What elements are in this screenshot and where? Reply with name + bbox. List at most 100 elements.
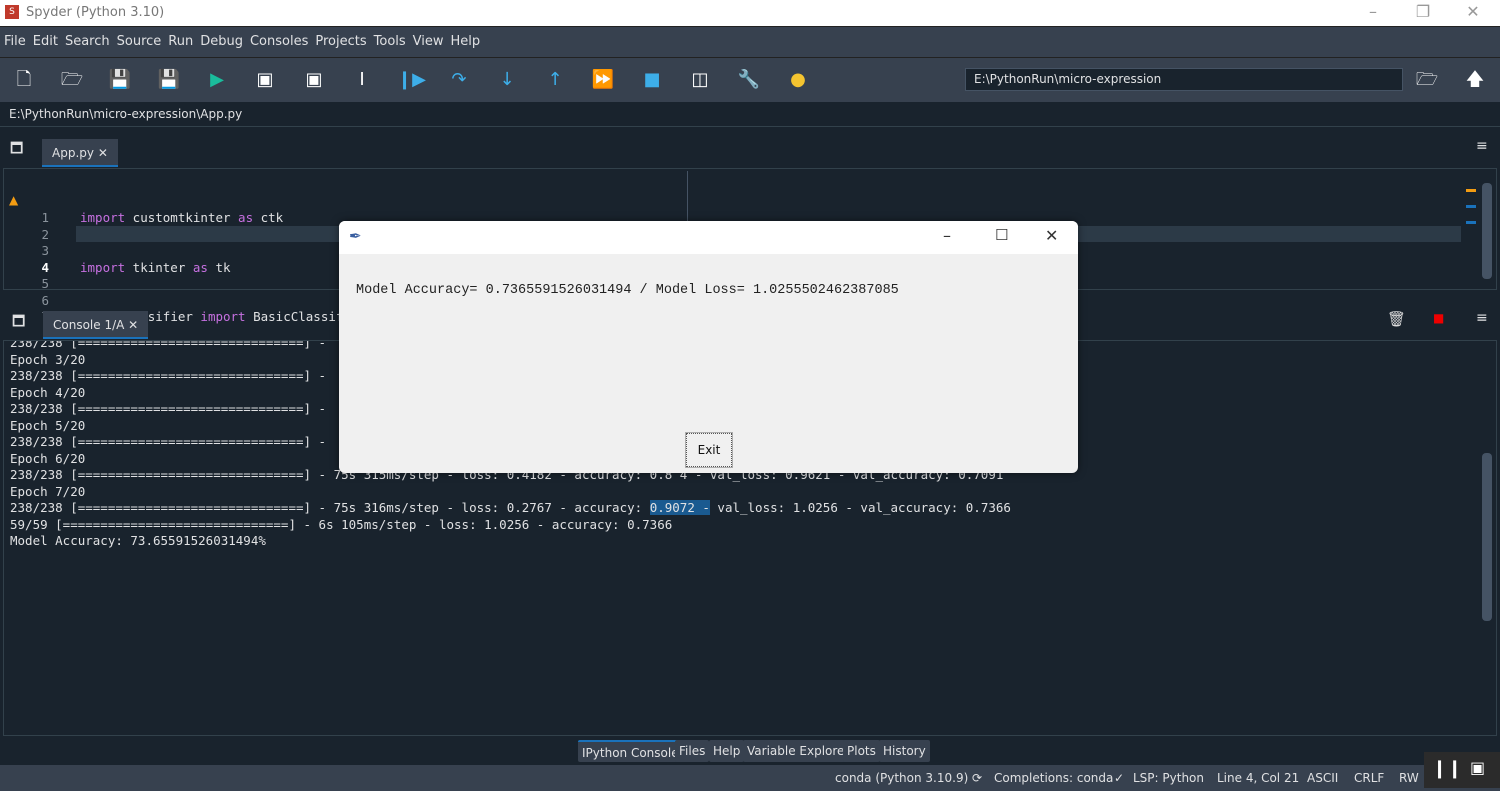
close-icon[interactable]: ✕ [1458,2,1488,21]
line-number: 6 [41,292,49,308]
editor-browse-tabs-icon[interactable]: 🗖 [10,138,23,162]
tab-history[interactable]: History [879,740,930,762]
spyder-logo-icon: S [5,5,19,19]
continue-icon[interactable]: ⏩ [590,68,616,92]
tab-label: App.py [52,146,94,160]
window-titlebar: S Spyder (Python 3.10) – ❐ ✕ [0,0,1500,26]
console-line: 238/238 [==============================]… [10,401,327,416]
editor-scrollbar[interactable] [1482,183,1492,279]
menu-projects[interactable]: Projects [311,27,369,49]
preferences-wrench-icon[interactable]: 🔧 [736,68,762,92]
tab-help[interactable]: Help [709,740,745,762]
run-icon[interactable]: ▶ [204,68,230,92]
console-scrollbar[interactable] [1482,453,1492,621]
console-line: Epoch 6/20 [10,451,86,466]
menu-debug[interactable]: Debug [196,27,246,49]
status-cursor-position: Line 4, Col 21 [1217,771,1300,785]
dialog-message: Model Accuracy= 0.7365591526031494 / Mod… [356,283,899,298]
exit-button[interactable]: Exit [685,432,733,468]
line-number: 4 [41,259,49,275]
line-number: 2 [41,226,49,242]
menu-consoles[interactable]: Consoles [246,27,311,49]
tk-feather-icon: ✒ [349,227,362,245]
console-options-menu-icon[interactable]: ≡ [1476,310,1488,326]
save-icon[interactable]: 💾 [107,68,133,92]
console-browse-tabs-icon[interactable]: 🗖 [12,311,25,335]
working-directory-combo[interactable]: E:\PythonRun\micro-expression [965,68,1403,91]
console-line: Model Accuracy: 73.65591526031494% [10,533,266,548]
toolbar: 🗋 🗁 💾 💾 ▶ ▣ ▣ I ❙▶ ↷ ↓ ↑ ⏩ ■ ◫ 🔧 ● E:\Py… [0,58,1500,102]
maximize-pane-icon[interactable]: ◫ [687,68,713,92]
run-selection-icon[interactable]: I [349,68,375,92]
interrupt-kernel-stop-icon[interactable]: ■ [1433,311,1444,325]
occurrence-marker [1466,205,1476,208]
line-number: 1 [41,210,49,225]
stop-icon[interactable]: ■ [639,68,665,92]
restore-icon[interactable]: ❐ [1408,2,1438,21]
console-line: 238/238 [==============================]… [10,500,1011,515]
tab-close-icon[interactable]: ✕ [98,146,108,160]
pause-icon[interactable]: ❙❙ [1432,758,1462,779]
menu-run[interactable]: Run [164,27,196,49]
presenter-icon[interactable]: ▣ [1470,758,1485,777]
step-into-icon[interactable]: ↓ [494,68,520,92]
menu-tools[interactable]: Tools [370,27,409,49]
tab-files[interactable]: Files [675,740,710,762]
completions-icon: ⟳ [972,771,983,785]
status-encoding: ASCII [1307,771,1339,785]
occurrence-marker [1466,221,1476,224]
console-line: 238/238 [==============================]… [10,340,327,350]
line-number: 5 [41,276,49,291]
status-bar: conda (Python 3.10.9) ⟳ Completions: con… [0,765,1500,791]
dialog-minimize-icon[interactable]: – [943,226,951,245]
status-permissions: RW [1399,771,1419,785]
step-over-icon[interactable]: ↷ [446,68,472,92]
menu-search[interactable]: Search [61,27,113,49]
menu-source[interactable]: Source [113,27,165,49]
status-env: conda (Python 3.10.9) [835,771,969,785]
status-completions: Completions: conda [994,771,1114,785]
overlay-controls: ❙❙ ▣ [1424,752,1500,788]
console-line: Epoch 3/20 [10,352,86,367]
editor-options-menu-icon[interactable]: ≡ [1476,138,1488,154]
menu-bar: File Edit Search Source Run Debug Consoles Proj… [0,26,1500,58]
clear-console-trash-icon[interactable]: 🗑 [1387,310,1406,328]
browse-folder-icon[interactable]: 🗁 [1414,68,1440,92]
console-line: Epoch 5/20 [10,418,86,433]
selected-text: 0.9072 - [649,500,710,515]
tab-ipython-console[interactable]: IPython Console [578,740,683,762]
dialog-maximize-icon[interactable]: ☐ [995,226,1008,244]
tab-close-icon[interactable]: ✕ [128,318,138,332]
menu-edit[interactable]: Edit [29,27,61,49]
tab-label: Console 1/A [53,318,125,332]
line-number: 3 [41,243,49,258]
status-eol: CRLF [1354,771,1385,785]
tab-variable-explorer[interactable]: Variable Explorer [743,740,854,762]
tk-message-dialog: ✒ – ☐ ✕ Model Accuracy= 0.73655915260314… [339,221,1078,473]
menu-view[interactable]: View [409,27,447,49]
menu-file[interactable]: File [0,27,29,49]
console-line: 59/59 [==============================] -… [10,517,673,532]
debug-icon[interactable]: ❙▶ [397,68,426,92]
code-line: import tkinter as tk [80,259,231,275]
dialog-close-icon[interactable]: ✕ [1045,226,1058,245]
console-line: Epoch 4/20 [10,385,86,400]
window-title: Spyder (Python 3.10) [26,5,165,20]
open-file-icon[interactable]: 🗁 [59,68,85,92]
parent-directory-icon[interactable]: 🡅 [1462,68,1488,92]
warning-marker [1466,189,1476,192]
status-lsp: LSP: Python [1133,771,1204,785]
new-file-icon[interactable]: 🗋 [11,68,37,92]
menu-help[interactable]: Help [447,27,484,49]
tab-plots[interactable]: Plots [843,740,880,762]
minimize-icon[interactable]: – [1358,2,1388,21]
save-all-icon[interactable]: 💾 [156,68,182,92]
editor-tab-app-py[interactable]: App.py ✕ [42,139,118,167]
code-line: import customtkinter as ctk [80,210,284,225]
run-cell-advance-icon[interactable]: ▣ [301,68,327,92]
python-path-icon[interactable]: ● [785,68,811,92]
console-tab[interactable]: Console 1/A ✕ [43,311,149,339]
run-cell-icon[interactable]: ▣ [252,68,278,92]
lsp-check-icon: ✓ [1114,771,1125,785]
step-return-icon[interactable]: ↑ [542,68,568,92]
